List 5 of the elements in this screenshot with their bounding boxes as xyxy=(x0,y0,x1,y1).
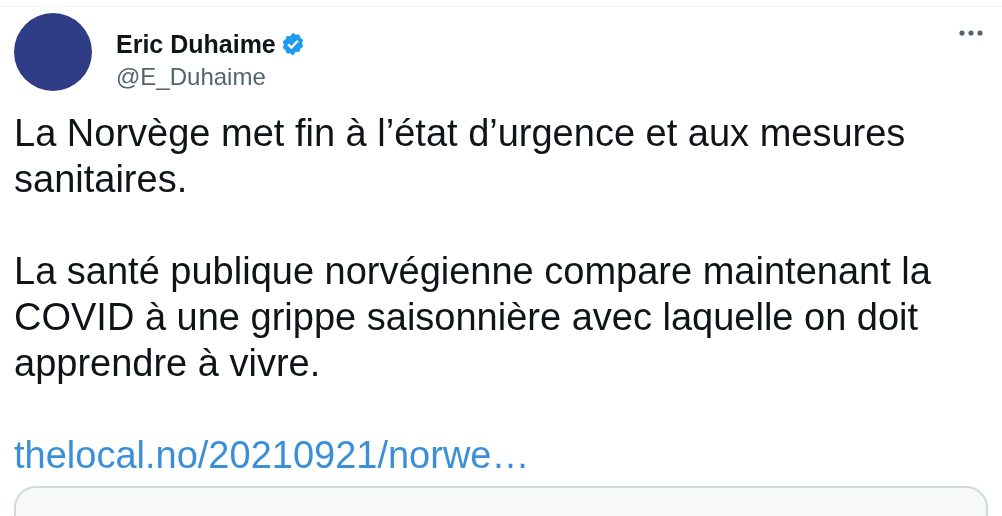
author-name[interactable]: Eric Duhaime xyxy=(116,29,276,59)
tweet-text: La santé publique norvégienne compare maintenant la COVID à une grippe saisonnière avec laquelle on doit apprendre à vivre. xyxy=(14,248,932,386)
author-handle[interactable]: @E_Duhaime xyxy=(116,63,958,92)
article-link[interactable]: thelocal.no/20210921/norwe… xyxy=(14,433,530,476)
tweet-text: La Norvège met fin à l’état d’urgence et aux mesures sanitaires. xyxy=(14,110,907,202)
